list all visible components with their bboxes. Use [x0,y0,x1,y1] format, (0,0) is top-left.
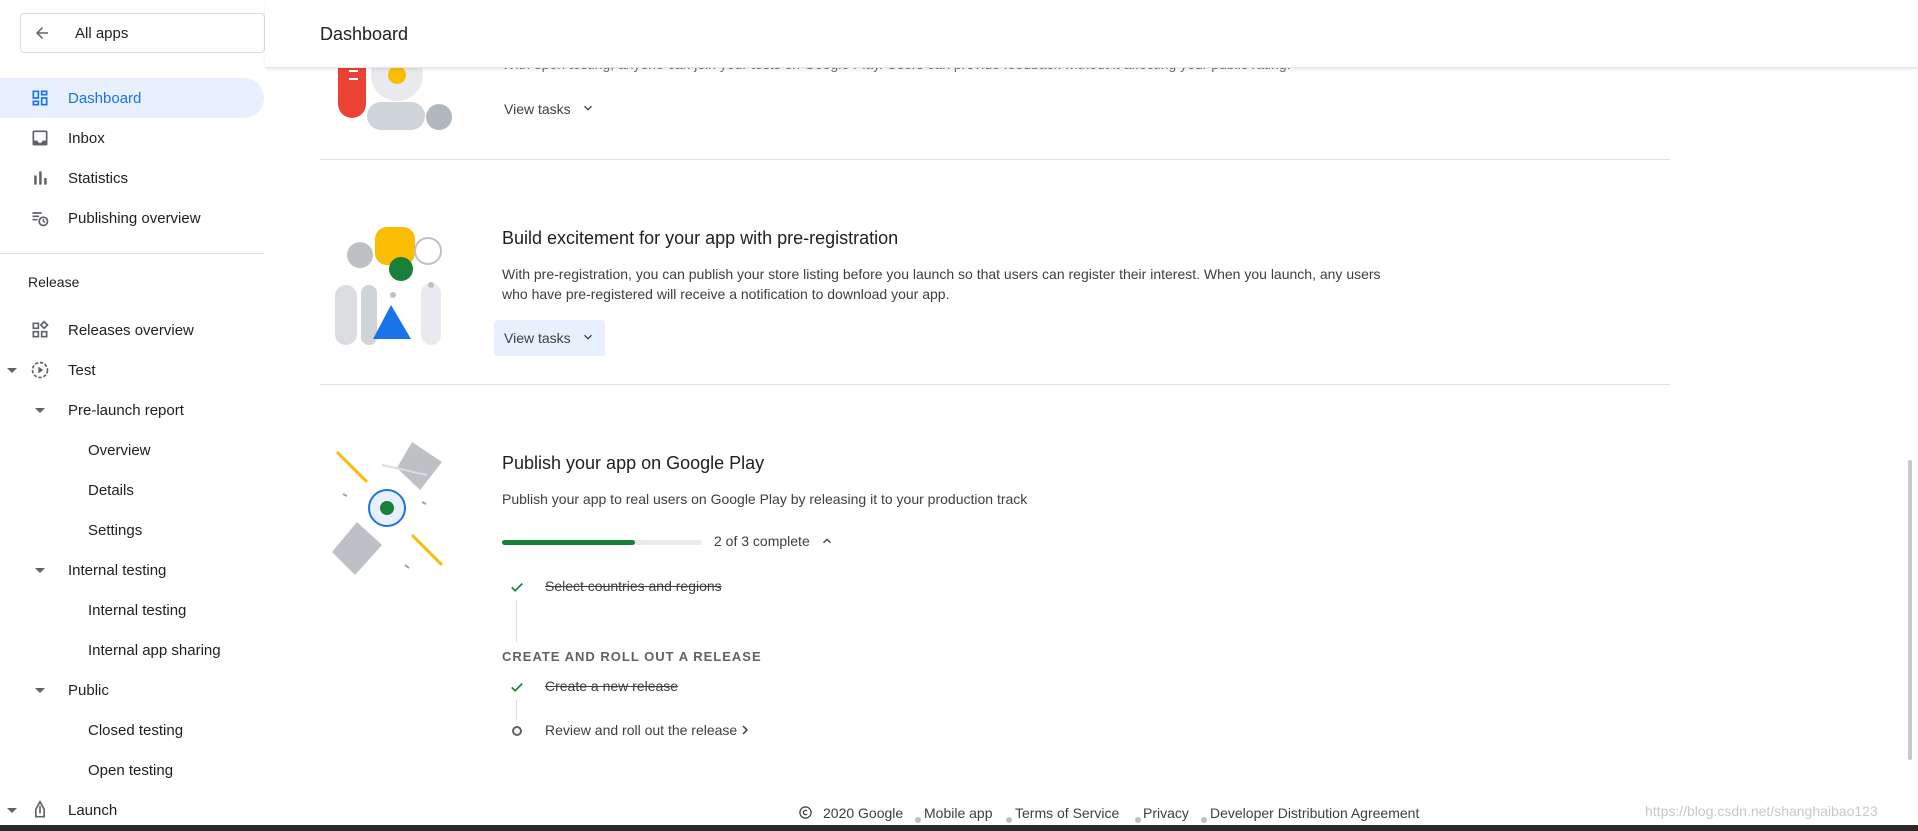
check-icon [508,578,526,596]
sidebar-item-details[interactable]: Details [0,470,264,510]
sidebar-item-label: Details [88,481,134,499]
release-group-label: CREATE AND ROLL OUT A RELEASE [502,649,762,664]
footer-link-dda[interactable]: Developer Distribution Agreement [1210,805,1419,821]
chevron-down-icon [581,101,595,118]
check-icon [508,678,526,696]
sidebar-item-label: Internal app sharing [88,641,221,659]
caret-down-icon [35,688,45,693]
sidebar-item-internal-testing-group[interactable]: Internal testing [0,550,264,590]
watermark: https://blog.csdn.net/shanghaibao123 [1645,803,1878,819]
sidebar-item-label: Dashboard [68,89,142,107]
publish-progress-bar [502,540,702,545]
sidebar-item-label: Publishing overview [68,209,201,227]
footer-link-privacy[interactable]: Privacy [1143,805,1189,821]
footer-separator [1135,817,1141,823]
releases-icon [30,320,50,340]
footer-separator [1201,817,1207,823]
sidebar-item-settings[interactable]: Settings [0,510,264,550]
sidebar-item-label: Open testing [88,761,174,779]
chevron-down-icon [581,330,595,347]
chevron-up-icon [820,534,834,548]
sidebar-item-label: Public [68,681,109,699]
pre-registration-illustration [333,225,453,345]
caret-down-icon [7,368,17,373]
task-select-countries[interactable]: Select countries and regions [545,578,722,594]
publish-satellite-illustration [327,440,452,575]
view-tasks-button[interactable]: View tasks [494,320,605,356]
sidebar-item-internal-app-sharing[interactable]: Internal app sharing [0,630,264,670]
sidebar-item-label: Internal testing [88,601,187,619]
sidebar-item-label: Statistics [68,169,129,187]
task-review-roll-out[interactable]: Review and roll out the release [545,722,750,738]
sidebar-item-statistics[interactable]: Statistics [0,158,264,198]
progress-toggle[interactable]: 2 of 3 complete [714,533,834,549]
sidebar-item-dashboard[interactable]: Dashboard [0,78,264,118]
sidebar-section-release: Release [28,274,80,290]
section-divider [320,384,1670,385]
chevron-right-icon [740,724,750,736]
footer: 2020 Google Mobile app Terms of Service … [0,805,1918,825]
sidebar-item-public[interactable]: Public [0,670,264,710]
sidebar-item-closed-testing[interactable]: Closed testing [0,710,264,750]
main-content: With open testing, anyone can join your … [265,0,1918,831]
view-tasks-label: View tasks [504,330,571,346]
sidebar-item-label: Inbox [68,129,105,147]
page-title: Dashboard [320,24,409,44]
sidebar-item-publishing-overview[interactable]: Publishing overview [0,198,264,238]
top-bar: Dashboard [265,0,1918,68]
pre-registration-title: Build excitement for your app with pre-r… [502,228,899,248]
all-apps-label: All apps [75,24,129,42]
footer-copyright: 2020 Google [823,805,904,821]
footer-link-mobile-app[interactable]: Mobile app [924,805,993,821]
footer-link-terms[interactable]: Terms of Service [1015,805,1119,821]
sidebar-item-pre-launch-report[interactable]: Pre-launch report [0,390,264,430]
sidebar-item-overview[interactable]: Overview [0,430,264,470]
sidebar-item-open-testing[interactable]: Open testing [0,750,264,790]
task-label: Review and roll out the release [545,722,738,738]
publish-description: Publish your app to real users on Google… [502,491,1028,507]
bar-chart-icon [30,168,50,188]
scrollbar[interactable] [1908,460,1912,760]
sidebar: All apps Dashboard Inbox Statistics Publ… [0,0,265,831]
sidebar-item-label: Releases overview [68,321,194,339]
all-apps-button[interactable]: All apps [20,13,265,53]
sidebar-item-label: Test [68,361,96,379]
taskbar-strip [0,825,1918,831]
section-divider [320,159,1670,160]
caret-down-icon [35,568,45,573]
footer-separator [915,817,921,823]
view-tasks-button[interactable]: View tasks [494,91,605,127]
task-create-release[interactable]: Create a new release [545,678,678,694]
dashboard-icon [30,88,50,108]
play-icon [30,360,50,380]
caret-down-icon [35,408,45,413]
progress-text: 2 of 3 complete [714,533,810,549]
publishing-icon [30,208,50,228]
sidebar-item-label: Internal testing [68,561,167,579]
copyright-icon [798,805,813,821]
sidebar-item-label: Overview [88,441,151,459]
sidebar-item-label: Closed testing [88,721,184,739]
sidebar-item-test[interactable]: Test [0,350,264,390]
sidebar-item-internal-testing[interactable]: Internal testing [0,590,264,630]
task-connector [516,600,517,642]
footer-separator [1006,817,1012,823]
pending-circle-icon [512,726,522,736]
inbox-icon [30,128,50,148]
sidebar-divider [0,253,264,254]
publish-progress-fill [502,540,636,545]
sidebar-item-label: Settings [88,521,143,539]
sidebar-item-inbox[interactable]: Inbox [0,118,264,158]
view-tasks-label: View tasks [504,101,571,117]
sidebar-item-releases-overview[interactable]: Releases overview [0,310,264,350]
arrow-back-icon [33,23,53,43]
publish-title: Publish your app on Google Play [502,453,765,473]
task-connector [516,700,517,720]
sidebar-item-label: Pre-launch report [68,401,184,419]
pre-registration-description: With pre-registration, you can publish y… [502,266,1381,302]
